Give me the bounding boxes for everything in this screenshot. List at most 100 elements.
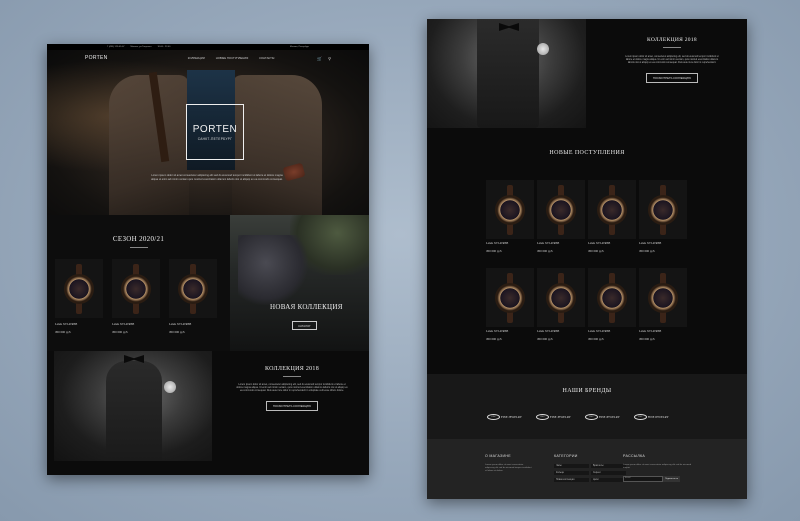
season-divider <box>129 247 148 248</box>
product-name[interactable]: Lando XVI ATREB <box>639 330 687 333</box>
hero-subtitle: САНКТ-ПЕТЕРБУРГ <box>197 136 233 141</box>
view-collection-button[interactable]: ПОСМОТРЕТЬ КОЛЛЕКЦИЮ <box>645 73 699 84</box>
hero-text: Lorem ipsum dolor sit amet consectetur a… <box>151 174 283 181</box>
catalog-button[interactable]: КАТАЛОГ <box>292 321 317 330</box>
photo-vest <box>477 19 539 128</box>
hero-jacket-right <box>232 75 322 215</box>
footer-category-link[interactable]: Часы <box>554 464 589 468</box>
product-image[interactable] <box>537 268 585 327</box>
product-price: 450 000 руб. <box>55 330 72 334</box>
product-name[interactable]: Lando XVI ATREB <box>588 242 636 245</box>
product-card[interactable]: Lando XVI ATREB 450 000 руб. <box>537 180 585 253</box>
product-price: 450 000 руб. <box>537 337 554 341</box>
product-image[interactable] <box>588 180 636 239</box>
product-price: 450 000 руб. <box>537 249 554 253</box>
watch-icon <box>597 272 627 323</box>
product-name[interactable]: Lando XVI ATREB <box>537 242 585 245</box>
product-card[interactable]: Lando XVI ATREB 450 000 руб. <box>486 180 534 253</box>
watch-icon <box>546 272 576 323</box>
watch-icon <box>64 263 94 314</box>
product-image[interactable] <box>112 259 160 318</box>
product-image[interactable] <box>588 268 636 327</box>
product-image[interactable] <box>486 268 534 327</box>
brand-logo[interactable]: CGC FINE JEWELRY <box>535 414 571 420</box>
brand-logo[interactable]: CGC FINE JEWELRY <box>487 414 522 420</box>
product-image[interactable] <box>537 180 585 239</box>
cart-icon[interactable]: 🛒 <box>317 56 322 61</box>
main-nav: PORTEN Коллекции Новые поступления Конта… <box>47 50 369 66</box>
product-name[interactable]: Lando XVI ATREB <box>486 242 534 245</box>
watch-icon <box>597 184 627 235</box>
product-name[interactable]: Lando XVI ATREB <box>537 330 585 333</box>
brand-mark: CGC <box>633 414 647 420</box>
collection-photo <box>54 351 212 461</box>
product-card[interactable]: Lando XVI ATREB 450 000 руб. <box>588 180 636 253</box>
watch-icon <box>648 184 678 235</box>
footer-category-link[interactable]: Новая коллекция <box>554 478 589 482</box>
email-field[interactable]: Email <box>623 476 663 483</box>
product-name[interactable]: Lando XVI ATREB <box>169 323 217 326</box>
footer-category-link[interactable]: Цепи <box>591 478 626 482</box>
collection-divider <box>283 376 301 377</box>
collection-divider <box>663 47 681 48</box>
product-name[interactable]: Lando XVI ATREB <box>112 323 160 326</box>
collection-text: Lorem ipsum dolor sit amet, consectetur … <box>625 55 719 64</box>
topbar-city[interactable]: Москва, Петербург <box>290 46 309 48</box>
flower-icon <box>537 43 549 55</box>
nav-item-collections[interactable]: Коллекции <box>188 56 205 60</box>
view-collection-button[interactable]: ПОСМОТРЕТЬ КОЛЛЕКЦИЮ <box>265 400 319 411</box>
footer-about-title: О МАГАЗИНЕ <box>485 454 511 458</box>
product-card[interactable]: Lando XVI ATREB 450 000 руб. <box>55 259 103 334</box>
brand-name: FINE JEWELRY <box>501 415 522 419</box>
collection-block: КОЛЛЕКЦИЯ 2018 Lorem ipsum dolor sit ame… <box>222 366 362 412</box>
footer-about: О МАГАЗИНЕ Lorem ipsum dolor sit amet co… <box>485 454 533 474</box>
product-name[interactable]: Lando XVI ATREB <box>639 242 687 245</box>
new-arrivals-title: НОВЫЕ ПОСТУПЛЕНИЯ <box>549 150 625 156</box>
nav-item-new-arrivals[interactable]: Новые поступления <box>216 56 249 60</box>
search-icon[interactable]: ⚲ <box>328 56 331 61</box>
product-card[interactable]: Lando XVI ATREB 450 000 руб. <box>537 268 585 341</box>
footer-newsletter: РАССЫЛКА Lorem ipsum dolor sit amet cons… <box>623 454 693 483</box>
topbar-hours: 10:00 - 22:00 <box>157 46 171 48</box>
footer-categories: КАТЕГОРИИ Часы Браслеты Кольца Серьги Но… <box>554 454 626 482</box>
new-collection-title: НОВАЯ КОЛЛЕКЦИЯ <box>270 303 343 311</box>
logo[interactable]: PORTEN <box>85 55 145 61</box>
brand-name: FINE JEWELRY <box>598 415 620 419</box>
product-card[interactable]: Lando XVI ATREB 450 000 руб. <box>486 268 534 341</box>
nav-item-contacts[interactable]: Контакты <box>259 56 274 60</box>
subscribe-button[interactable]: Подписаться <box>663 476 681 483</box>
product-image[interactable] <box>486 180 534 239</box>
season-section: СЕЗОН 2020/21 Lando XVI ATREB 450 000 ру… <box>47 215 230 351</box>
site-footer: О МАГАЗИНЕ Lorem ipsum dolor sit amet co… <box>427 439 747 499</box>
brand-logo[interactable]: CGC FINE JEWELRY <box>584 414 620 420</box>
product-image[interactable] <box>639 180 687 239</box>
product-card[interactable]: Lando XVI ATREB 450 000 руб. <box>588 268 636 341</box>
topbar-phone[interactable]: 7 (495) 123-45-67 <box>107 46 125 48</box>
product-card[interactable]: Lando XVI ATREB 450 000 руб. <box>639 268 687 341</box>
product-price: 450 000 руб. <box>169 330 186 334</box>
product-name[interactable]: Lando XVI ATREB <box>55 323 103 326</box>
homepage-mockup-right: КОЛЛЕКЦИЯ 2018 Lorem ipsum dolor sit ame… <box>427 19 747 499</box>
watch-icon <box>648 272 678 323</box>
footer-category-link[interactable]: Браслеты <box>591 464 626 468</box>
product-image[interactable] <box>639 268 687 327</box>
footer-category-link[interactable]: Кольца <box>554 471 589 475</box>
product-image[interactable] <box>169 259 217 318</box>
collection-title: КОЛЛЕКЦИЯ 2018 <box>264 366 320 372</box>
brands-section: НАШИ БРЕНДЫ CGC FINE JEWELRY CGC FINE JE… <box>427 374 747 439</box>
product-card[interactable]: Lando XVI ATREB 450 000 руб. <box>112 259 160 334</box>
footer-category-link[interactable]: Серьги <box>591 471 626 475</box>
brand-logo[interactable]: CGC FINE JEWELRY <box>633 414 669 420</box>
homepage-mockup-left: PORTEN САНКТ-ПЕТЕРБУРГ Lorem ipsum dolor… <box>47 44 369 475</box>
product-price: 450 000 руб. <box>639 337 656 341</box>
hero-title: PORTEN <box>192 123 238 135</box>
watch-icon <box>546 184 576 235</box>
brand-name: FINE JEWELRY <box>647 415 669 419</box>
product-name[interactable]: Lando XVI ATREB <box>486 330 534 333</box>
product-card[interactable]: Lando XVI ATREB 450 000 руб. <box>169 259 217 334</box>
product-name[interactable]: Lando XVI ATREB <box>588 330 636 333</box>
product-price: 450 000 руб. <box>112 330 129 334</box>
product-image[interactable] <box>55 259 103 318</box>
product-price: 450 000 руб. <box>486 249 503 253</box>
product-card[interactable]: Lando XVI ATREB 450 000 руб. <box>639 180 687 253</box>
